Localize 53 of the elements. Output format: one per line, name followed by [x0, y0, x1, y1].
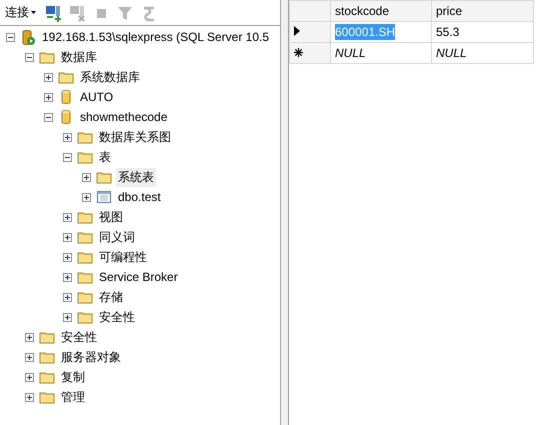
table-cell[interactable]: NULL [330, 42, 432, 64]
column-header[interactable]: price [432, 0, 534, 22]
tree-item[interactable]: 管理 [59, 388, 87, 406]
expand-toggle[interactable] [63, 132, 72, 142]
expand-toggle[interactable] [63, 292, 72, 302]
tree-item[interactable]: 可编程性 [97, 248, 149, 266]
connect-icon[interactable] [44, 4, 62, 22]
collapse-toggle[interactable] [63, 152, 72, 162]
expand-toggle[interactable] [63, 212, 72, 222]
tree-item[interactable]: 系统表 [116, 168, 156, 186]
table-icon [96, 189, 112, 205]
connect-dropdown[interactable]: 连接 [3, 4, 38, 21]
tree-item[interactable]: 安全性 [59, 328, 99, 346]
expand-toggle[interactable] [25, 392, 34, 402]
row-header[interactable] [290, 22, 330, 42]
tree-item[interactable]: 系统数据库 [78, 68, 142, 86]
tree-item[interactable]: 数据库 [59, 48, 99, 66]
tree-item[interactable]: 192.168.1.53\sqlexpress (SQL Server 10.5 [40, 29, 272, 45]
collapse-toggle[interactable] [6, 32, 15, 42]
caret-icon [31, 11, 36, 14]
expand-toggle[interactable] [44, 92, 53, 102]
table-cell[interactable]: 55.3 [432, 22, 534, 42]
table-cell[interactable]: NULL [432, 42, 534, 64]
tree-item[interactable]: 存储 [97, 288, 125, 306]
new-row-icon [294, 48, 303, 57]
collapse-toggle[interactable] [25, 52, 34, 62]
server-icon [20, 29, 36, 45]
tree-item[interactable]: 复制 [59, 368, 87, 386]
expand-toggle[interactable] [82, 192, 91, 202]
tree-item[interactable]: 数据库关系图 [97, 128, 173, 146]
column-header[interactable]: stockcode [330, 0, 432, 22]
expand-toggle[interactable] [63, 272, 72, 282]
collapse-toggle[interactable] [44, 112, 53, 122]
tree-item[interactable]: 安全性 [97, 308, 137, 326]
expand-toggle[interactable] [44, 72, 53, 82]
expand-toggle[interactable] [63, 232, 72, 242]
tree-item[interactable]: Service Broker [97, 269, 180, 285]
current-row-icon [294, 26, 300, 36]
expand-toggle[interactable] [82, 172, 91, 182]
expand-toggle[interactable] [63, 252, 72, 262]
expand-toggle[interactable] [25, 332, 34, 342]
tree-item[interactable]: showmethecode [78, 109, 170, 125]
expand-toggle[interactable] [25, 352, 34, 362]
tree-item[interactable]: 表 [97, 148, 113, 166]
row-header[interactable] [290, 42, 330, 64]
tree-item[interactable]: 视图 [97, 208, 125, 226]
expand-toggle[interactable] [25, 372, 34, 382]
tree-item[interactable]: AUTO [78, 89, 116, 105]
tree-item[interactable]: 同义词 [97, 228, 137, 246]
tree-item[interactable]: dbo.test [116, 189, 163, 205]
corner-header [290, 0, 330, 22]
expand-toggle[interactable] [63, 312, 72, 322]
tree-item[interactable]: 服务器对象 [59, 348, 123, 366]
